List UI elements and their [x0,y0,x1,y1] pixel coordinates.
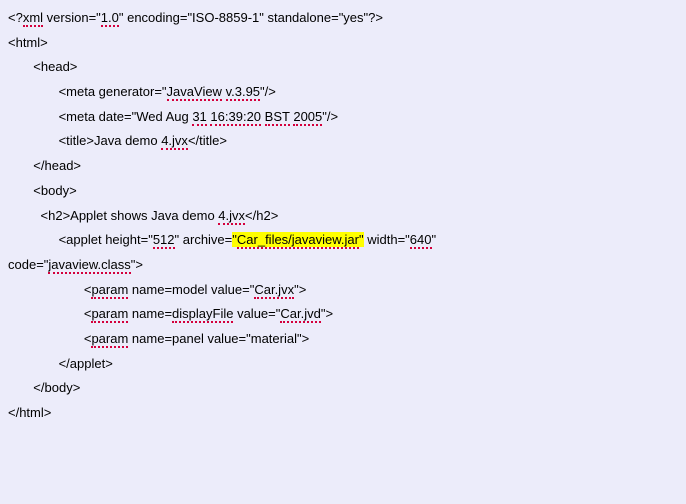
line-2: <html> [8,35,48,50]
line-15: </applet> [8,356,113,371]
line-7: </head> [8,158,81,173]
line-12: <param name=model value="Car.jvx"> [8,282,306,299]
line-10: <applet height="512" archive="Car_files/… [8,232,436,249]
line-14: <param name=panel value="material"> [8,331,309,348]
line-3: <head> [8,59,77,74]
line-11: code="javaview.class"> [8,257,143,274]
highlighted-archive-path: "Car_files/javaview.jar" [232,232,363,247]
line-5: <meta date="Wed Aug 31 16:39:20 BST 2005… [8,109,338,126]
line-17: </html> [8,405,51,420]
line-13: <param name=displayFile value="Car.jvd"> [8,306,333,323]
line-4: <meta generator="JavaView v.3.95"/> [8,84,276,101]
code-block: <?xml version="1.0" encoding="ISO-8859-1… [8,6,678,426]
line-1: <?xml version="1.0" encoding="ISO-8859-1… [8,10,383,27]
line-8: <body> [8,183,77,198]
line-16: </body> [8,380,80,395]
line-6: <title>Java demo 4.jvx</title> [8,133,227,150]
line-9: <h2>Applet shows Java demo 4.jvx</h2> [8,208,278,225]
